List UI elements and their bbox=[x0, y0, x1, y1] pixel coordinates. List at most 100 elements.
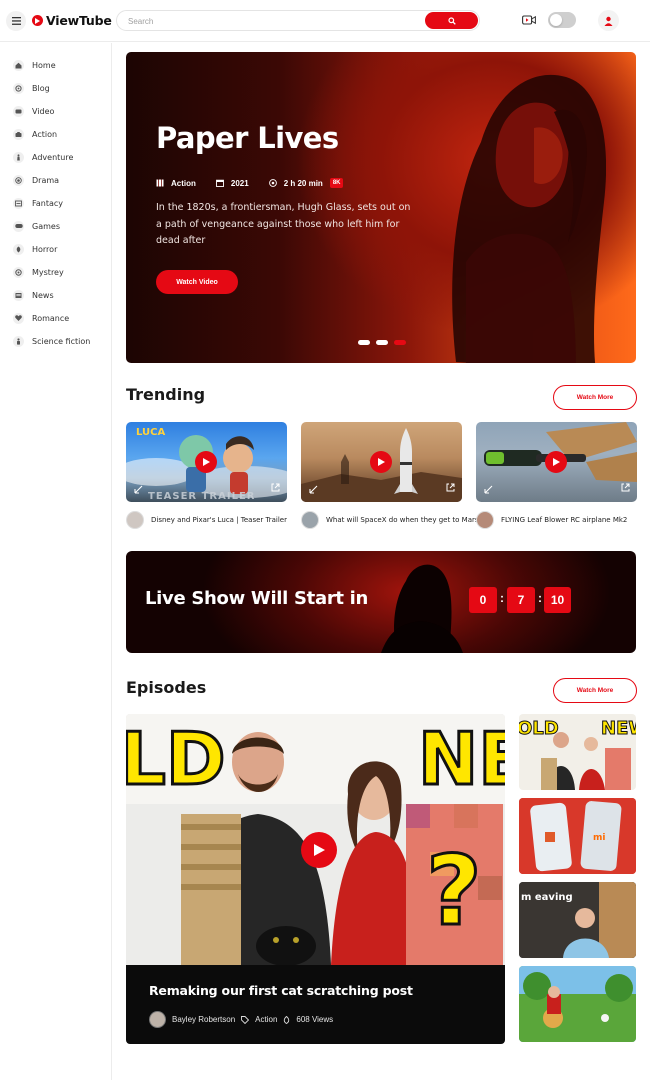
author-name[interactable]: Bayley Robertson bbox=[172, 1015, 235, 1024]
top-header: ViewTube bbox=[0, 0, 650, 42]
sidebar-item-home[interactable]: Home bbox=[13, 57, 56, 73]
svg-text:?: ? bbox=[426, 835, 482, 947]
episodes-watch-more-button[interactable]: Watch More bbox=[553, 678, 637, 703]
thumb-text-new: NE bbox=[418, 717, 505, 801]
countdown-seconds: 10 bbox=[544, 587, 571, 613]
episode-thumb-image: m eaving bbox=[519, 882, 636, 958]
play-logo-icon bbox=[32, 15, 43, 26]
episode-thumb-image bbox=[519, 966, 636, 1042]
share-icon[interactable] bbox=[271, 483, 280, 492]
play-button[interactable] bbox=[370, 451, 392, 473]
sidebar-item-action[interactable]: Action bbox=[13, 126, 57, 142]
share-icon[interactable] bbox=[446, 483, 455, 492]
trending-card-title[interactable]: What will SpaceX do when they get to Mar… bbox=[326, 516, 482, 524]
sidebar-item-label: Home bbox=[32, 60, 56, 70]
sidebar-item-label: Horror bbox=[32, 244, 58, 254]
countdown-separator: : bbox=[500, 591, 504, 605]
sidebar-item-science-fiction[interactable]: Science fiction bbox=[13, 333, 90, 349]
play-button[interactable] bbox=[545, 451, 567, 473]
upload-video-button[interactable] bbox=[521, 13, 537, 27]
carousel-dot[interactable] bbox=[358, 340, 370, 345]
film-icon bbox=[156, 179, 164, 187]
news-icon bbox=[13, 289, 24, 301]
trending-card[interactable] bbox=[476, 422, 637, 502]
play-icon bbox=[313, 844, 325, 856]
trending-card-title[interactable]: FLYING Leaf Blower RC airplane Mk2 bbox=[501, 516, 627, 524]
play-icon bbox=[202, 458, 210, 466]
live-show-title: Live Show Will Start in bbox=[145, 588, 369, 609]
sidebar-item-mystrey[interactable]: Mystrey bbox=[13, 264, 64, 280]
search-input[interactable] bbox=[128, 14, 418, 28]
sidebar-item-label: Fantacy bbox=[32, 198, 64, 208]
expand-icon[interactable] bbox=[134, 485, 143, 494]
featured-episode-card[interactable]: LD NE ? Remaking our first cat scratchin… bbox=[126, 714, 505, 1044]
thumb-text-leaving: m eaving bbox=[521, 892, 573, 903]
heart-icon bbox=[13, 312, 24, 324]
tag-icon bbox=[241, 1015, 250, 1024]
sidebar-item-horror[interactable]: Horror bbox=[13, 241, 57, 257]
hero-woman-image bbox=[452, 74, 606, 363]
trending-card-meta: Disney and Pixar's Luca | Teaser Trailer bbox=[126, 511, 287, 529]
sidebar-item-news[interactable]: News bbox=[13, 287, 54, 303]
blog-icon bbox=[13, 82, 24, 94]
sidebar-item-drama[interactable]: Drama bbox=[13, 172, 59, 188]
episode-thumb-image: OLD NEW bbox=[519, 718, 636, 790]
hero-year: 2021 bbox=[230, 178, 249, 188]
play-button[interactable] bbox=[195, 451, 217, 473]
carousel-dot[interactable] bbox=[376, 340, 388, 345]
channel-avatar[interactable] bbox=[476, 511, 494, 529]
sidebar-item-games[interactable]: Games bbox=[13, 218, 60, 234]
fantasy-icon bbox=[13, 197, 24, 209]
home-icon bbox=[13, 59, 24, 71]
sidebar: Home Blog Video Action Adventure Drama F… bbox=[0, 43, 112, 1080]
video-icon bbox=[13, 105, 24, 117]
countdown-minutes: 7 bbox=[507, 587, 535, 613]
trending-card[interactable]: LUCA TEASER TRAILER bbox=[126, 422, 287, 502]
sidebar-item-label: Adventure bbox=[32, 152, 74, 162]
sidebar-item-label: Video bbox=[32, 106, 55, 116]
quality-badge: 8K bbox=[329, 178, 344, 188]
hamburger-icon bbox=[11, 17, 21, 25]
featured-episode-title[interactable]: Remaking our first cat scratching post bbox=[149, 983, 413, 998]
featured-episode-caption: Remaking our first cat scratching post B… bbox=[126, 965, 505, 1044]
watch-video-button[interactable]: Watch Video bbox=[156, 270, 238, 294]
sidebar-item-fantacy[interactable]: Fantacy bbox=[13, 195, 63, 211]
episode-thumb[interactable]: m eaving bbox=[519, 882, 636, 958]
trending-card-meta: What will SpaceX do when they get to Mar… bbox=[301, 511, 482, 529]
sidebar-item-label: Science fiction bbox=[32, 336, 91, 346]
hamburger-menu-button[interactable] bbox=[6, 11, 26, 31]
sidebar-item-video[interactable]: Video bbox=[13, 103, 54, 119]
hero-banner[interactable]: Paper Lives Action 2021 2 h 20 min 8K In… bbox=[126, 52, 636, 363]
thumb-text-old: LD bbox=[126, 717, 226, 801]
sidebar-item-adventure[interactable]: Adventure bbox=[13, 149, 73, 165]
episode-category[interactable]: Action bbox=[255, 1015, 277, 1024]
channel-avatar[interactable] bbox=[301, 511, 319, 529]
episode-views: 608 Views bbox=[296, 1015, 334, 1024]
search-button[interactable] bbox=[425, 12, 478, 29]
share-icon[interactable] bbox=[621, 483, 630, 492]
episode-thumb-image: mi bbox=[519, 798, 636, 874]
channel-avatar[interactable] bbox=[126, 511, 144, 529]
sidebar-item-label: Games bbox=[32, 221, 60, 231]
theme-toggle[interactable] bbox=[548, 12, 576, 28]
expand-icon[interactable] bbox=[309, 485, 318, 494]
user-account-button[interactable] bbox=[598, 10, 619, 31]
episode-thumb[interactable] bbox=[519, 966, 636, 1042]
hiker-icon bbox=[13, 151, 24, 163]
author-avatar[interactable] bbox=[149, 1011, 166, 1028]
trending-watch-more-button[interactable]: Watch More bbox=[553, 385, 637, 410]
sidebar-item-blog[interactable]: Blog bbox=[13, 80, 50, 96]
sidebar-item-romance[interactable]: Romance bbox=[13, 310, 69, 326]
episode-thumb[interactable]: OLD NEW bbox=[519, 714, 636, 790]
episode-thumb[interactable]: mi bbox=[519, 798, 636, 874]
drama-icon bbox=[13, 174, 24, 186]
trending-card-title[interactable]: Disney and Pixar's Luca | Teaser Trailer bbox=[151, 516, 287, 524]
luca-logo-text: LUCA bbox=[136, 427, 165, 438]
expand-icon[interactable] bbox=[484, 485, 493, 494]
brand-logo[interactable]: ViewTube bbox=[32, 13, 112, 28]
carousel-dot-active[interactable] bbox=[394, 340, 406, 345]
trending-card[interactable] bbox=[301, 422, 462, 502]
play-icon bbox=[377, 458, 385, 466]
hero-title: Paper Lives bbox=[156, 121, 339, 155]
featured-play-button[interactable] bbox=[301, 832, 337, 868]
